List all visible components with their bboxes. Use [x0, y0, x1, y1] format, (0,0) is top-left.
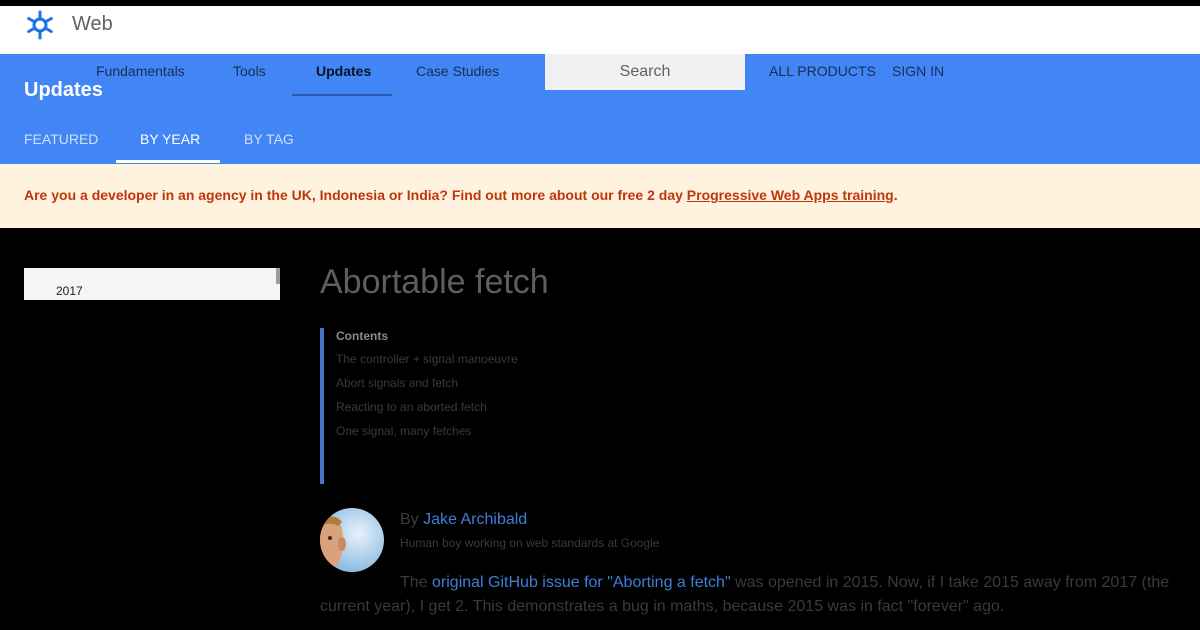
sign-in-link[interactable]: SIGN IN: [892, 63, 944, 79]
tab-featured[interactable]: FEATURED: [24, 131, 98, 147]
tab-active-underline: [116, 160, 220, 163]
sidebar-item-2017[interactable]: 2017: [56, 284, 83, 298]
section-title: Updates: [24, 79, 103, 101]
banner-text: Are you a developer in an agency in the …: [24, 187, 898, 203]
author-name-link[interactable]: Jake Archibald: [423, 511, 527, 528]
sidebar-scrollbar[interactable]: [276, 268, 280, 284]
github-issue-link[interactable]: original GitHub issue for "Aborting a fe…: [432, 574, 731, 591]
toc-item-one-signal[interactable]: One signal, many fetches: [336, 424, 471, 438]
site-header: Web: [0, 6, 1200, 54]
tab-by-tag[interactable]: BY TAG: [244, 131, 294, 147]
table-of-contents: Contents The controller + signal manoeuv…: [320, 328, 720, 484]
toc-item-abort-signals[interactable]: Abort signals and fetch: [336, 376, 458, 390]
nav-fundamentals[interactable]: Fundamentals: [96, 63, 185, 79]
all-products-link[interactable]: ALL PRODUCTS: [769, 63, 876, 79]
avatar-photo: [320, 508, 384, 572]
author-byline: By Jake Archibald: [400, 511, 527, 529]
nav-tools[interactable]: Tools: [233, 63, 266, 79]
author-avatar[interactable]: [320, 508, 384, 572]
article-paragraph: The original GitHub issue for "Aborting …: [320, 571, 1180, 619]
blue-nav-bar: Fundamentals Tools Updates Case Studies …: [0, 54, 1200, 164]
year-sidebar: 2017: [24, 268, 280, 300]
byline-prefix: By: [400, 511, 424, 528]
nav-updates[interactable]: Updates: [316, 63, 371, 79]
web-logo-icon[interactable]: [24, 9, 56, 41]
search-input[interactable]: [545, 54, 745, 90]
banner-message: Are you a developer in an agency in the …: [24, 187, 687, 203]
banner-suffix: .: [893, 187, 898, 203]
site-name[interactable]: Web: [72, 13, 113, 36]
toc-item-reacting[interactable]: Reacting to an aborted fetch: [336, 400, 487, 414]
tab-by-year[interactable]: BY YEAR: [140, 131, 200, 147]
para-lead: The: [400, 574, 433, 591]
nav-case-studies[interactable]: Case Studies: [416, 63, 499, 79]
nav-active-underline: [292, 94, 392, 96]
toc-heading: Contents: [336, 329, 388, 343]
author-bio: Human boy working on web standards at Go…: [400, 536, 660, 550]
article-title: Abortable fetch: [320, 263, 549, 301]
toc-item-controller-signal[interactable]: The controller + signal manoeuvre: [336, 352, 518, 366]
pwa-training-link[interactable]: Progressive Web Apps training: [687, 187, 894, 203]
announcement-banner: Are you a developer in an agency in the …: [0, 164, 1200, 228]
